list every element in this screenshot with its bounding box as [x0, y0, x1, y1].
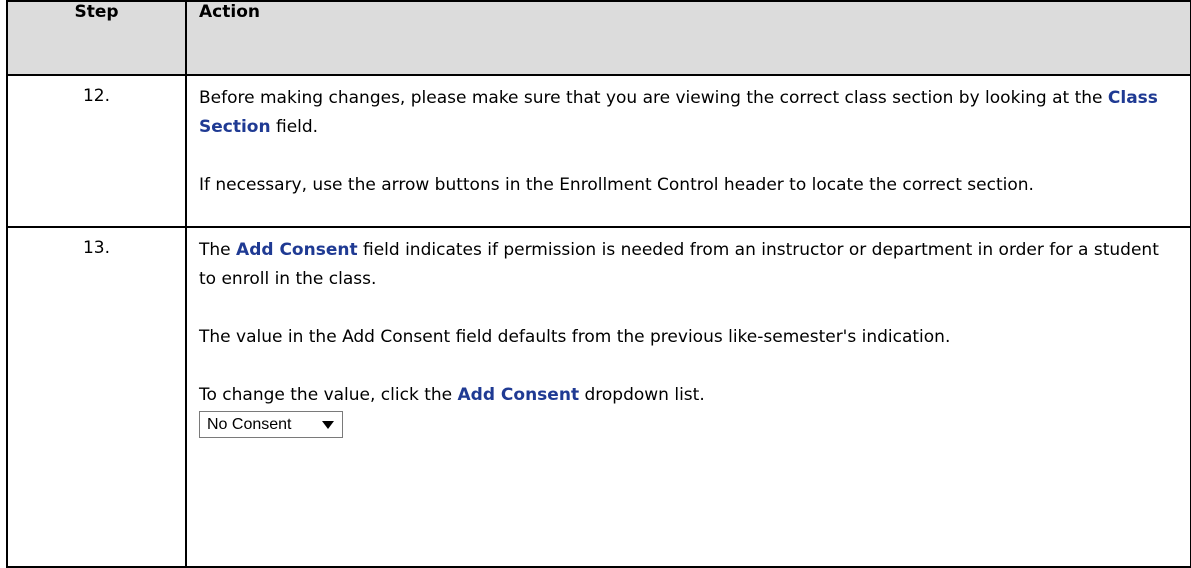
steps-table: Step Action 12. Before making changes, p… [6, 0, 1191, 568]
field-keyword: Add Consent [457, 385, 580, 405]
field-keyword: Add Consent [236, 240, 358, 260]
action-text: The [199, 240, 237, 260]
instruction-sheet: Step Action 12. Before making changes, p… [6, 0, 1191, 568]
action-column-header: Action [185, 0, 1191, 76]
step-number: 13. [6, 226, 187, 568]
table-row: 12. Before making changes, please make s… [6, 74, 1191, 228]
action-text: field. [270, 117, 319, 137]
action-text: Before making changes, please make sure … [199, 88, 1108, 108]
action-text: dropdown list. [579, 385, 705, 405]
action-cell: The Add Consent field indicates if permi… [185, 226, 1191, 568]
step-column-header: Step [6, 0, 187, 76]
action-text: To change the value, click the [199, 385, 458, 405]
action-paragraph: Before making changes, please make sure … [199, 84, 1176, 142]
action-paragraph: To change the value, click the Add Conse… [199, 381, 1176, 410]
dropdown-value: No Consent [207, 416, 292, 433]
table-header: Step Action [6, 0, 1191, 76]
action-paragraph: If necessary, use the arrow buttons in t… [199, 175, 1034, 195]
action-paragraph: The value in the Add Consent field defau… [199, 327, 951, 347]
dropdown-arrow-icon [322, 420, 334, 429]
step-number: 12. [6, 74, 187, 228]
action-paragraph: The Add Consent field indicates if permi… [199, 236, 1176, 294]
action-cell: Before making changes, please make sure … [185, 74, 1191, 228]
table-row: 13. The Add Consent field indicates if p… [6, 226, 1191, 568]
add-consent-dropdown[interactable]: No Consent [199, 411, 343, 438]
